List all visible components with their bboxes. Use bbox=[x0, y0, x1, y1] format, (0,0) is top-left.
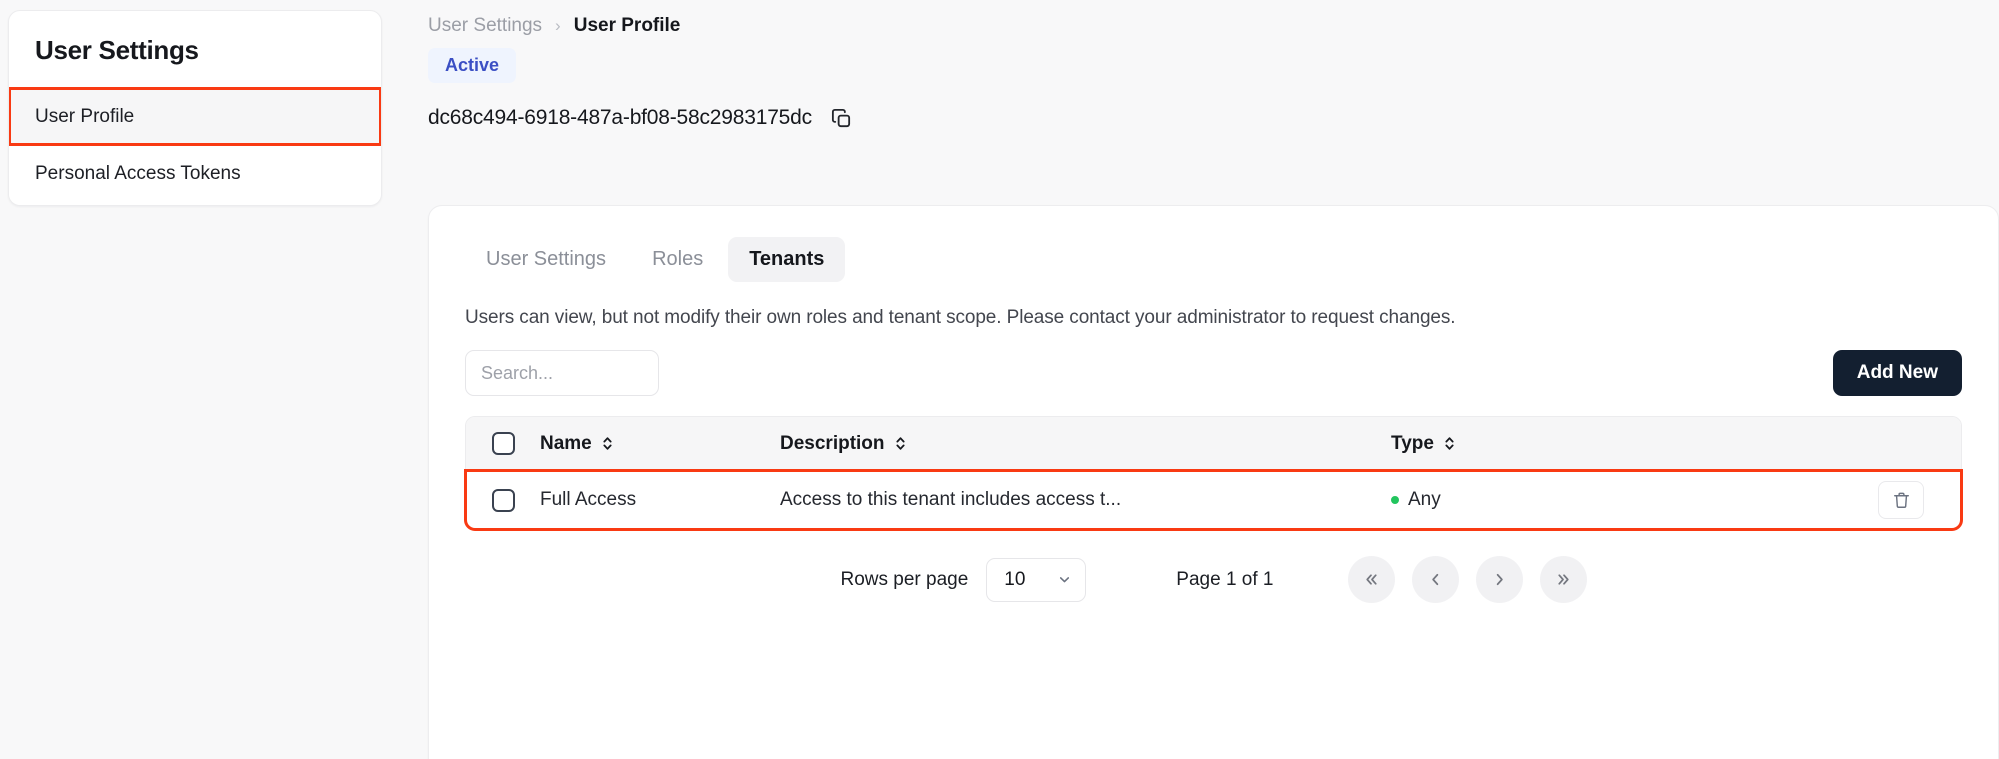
cell-description-text: Access to this tenant includes access t.… bbox=[780, 489, 1122, 510]
sidebar-title: User Settings bbox=[35, 35, 199, 65]
double-chevron-right-icon bbox=[1557, 574, 1569, 585]
table-row[interactable]: Full Access Access to this tenant includ… bbox=[464, 469, 1963, 531]
row-checkbox[interactable] bbox=[491, 488, 515, 512]
cell-type-text: Any bbox=[1408, 489, 1441, 510]
trash-icon bbox=[1893, 492, 1909, 508]
previous-page-button[interactable] bbox=[1411, 556, 1459, 603]
user-id-value: dc68c494-6918-487a-bf08-58c2983175dc bbox=[428, 106, 812, 129]
tenants-card: User Settings Roles Tenants Users can vi… bbox=[428, 205, 1999, 759]
add-new-button[interactable]: Add New bbox=[1832, 350, 1962, 396]
cell-type: Any bbox=[1391, 489, 1841, 511]
status-badge-wrap: Active bbox=[428, 37, 1999, 83]
breadcrumb: User Settings › User Profile bbox=[428, 0, 1999, 37]
sidebar-item-personal-access-tokens[interactable]: Personal Access Tokens bbox=[9, 145, 381, 205]
column-header-label: Name bbox=[540, 432, 592, 454]
chevron-left-icon bbox=[1431, 573, 1438, 586]
status-badge: Active bbox=[428, 48, 517, 83]
select-all-checkbox[interactable] bbox=[491, 432, 515, 455]
copy-icon[interactable] bbox=[830, 107, 853, 130]
rows-per-page-select[interactable]: 10 bbox=[986, 557, 1087, 602]
chevron-down-icon bbox=[1060, 577, 1070, 583]
column-header-description[interactable]: Description bbox=[780, 433, 1391, 455]
first-page-button[interactable] bbox=[1347, 556, 1395, 603]
chevron-right-icon bbox=[1496, 573, 1503, 586]
page-nav bbox=[1347, 556, 1587, 603]
cell-name: Full Access bbox=[540, 489, 780, 511]
tab-tenants[interactable]: Tenants bbox=[728, 237, 846, 282]
table-description: Users can view, but not modify their own… bbox=[465, 307, 1456, 328]
table-header-row: Name Description Type bbox=[466, 417, 1961, 471]
delete-row-button[interactable] bbox=[1878, 481, 1924, 519]
sort-icon bbox=[603, 437, 612, 450]
sidebar-item-label: Personal Access Tokens bbox=[35, 163, 241, 184]
card-tabs: User Settings Roles Tenants bbox=[465, 237, 1962, 282]
table-toolbar: Add New bbox=[465, 350, 1962, 396]
breadcrumb-parent[interactable]: User Settings bbox=[428, 15, 542, 37]
sort-icon bbox=[1445, 437, 1454, 450]
cell-name-text: Full Access bbox=[540, 489, 637, 510]
double-chevron-left-icon bbox=[1365, 574, 1377, 585]
tab-roles[interactable]: Roles bbox=[631, 237, 724, 282]
column-header-name[interactable]: Name bbox=[540, 433, 780, 455]
rows-per-page-value: 10 bbox=[1004, 568, 1026, 590]
breadcrumb-current: User Profile bbox=[573, 15, 681, 36]
user-id-row: dc68c494-6918-487a-bf08-58c2983175dc bbox=[428, 106, 1999, 130]
page-indicator: Page 1 of 1 bbox=[1176, 568, 1274, 590]
tab-label: Tenants bbox=[749, 248, 825, 270]
next-page-button[interactable] bbox=[1475, 556, 1523, 603]
main-content: User Settings › User Profile Active dc68… bbox=[428, 0, 1999, 759]
rows-per-page-label: Rows per page bbox=[840, 568, 969, 590]
rows-per-page-group: Rows per page 10 bbox=[840, 557, 1087, 602]
pagination-bar: Rows per page 10 Page 1 of 1 bbox=[465, 556, 1962, 603]
sidebar-item-user-profile[interactable]: User Profile bbox=[9, 87, 381, 146]
tenants-table: Name Description Type Full Access Access… bbox=[464, 416, 1963, 531]
last-page-button[interactable] bbox=[1539, 556, 1587, 603]
cell-description: Access to this tenant includes access t.… bbox=[780, 489, 1391, 511]
row-select-cell bbox=[466, 488, 540, 512]
sort-icon bbox=[895, 437, 905, 450]
column-header-label: Description bbox=[780, 432, 885, 454]
tab-label: Roles bbox=[652, 248, 704, 270]
row-actions bbox=[1841, 481, 1961, 519]
column-header-type[interactable]: Type bbox=[1391, 433, 1841, 455]
search-input[interactable] bbox=[465, 350, 659, 396]
settings-sidebar: User Settings User Profile Personal Acce… bbox=[8, 10, 382, 206]
tab-label: User Settings bbox=[486, 248, 607, 270]
tab-user-settings[interactable]: User Settings bbox=[465, 237, 627, 282]
chevron-right-icon: › bbox=[555, 16, 561, 35]
column-header-label: Type bbox=[1391, 432, 1434, 454]
select-all-cell bbox=[466, 432, 540, 455]
status-dot-icon bbox=[1391, 496, 1399, 504]
sidebar-item-label: User Profile bbox=[35, 106, 135, 127]
